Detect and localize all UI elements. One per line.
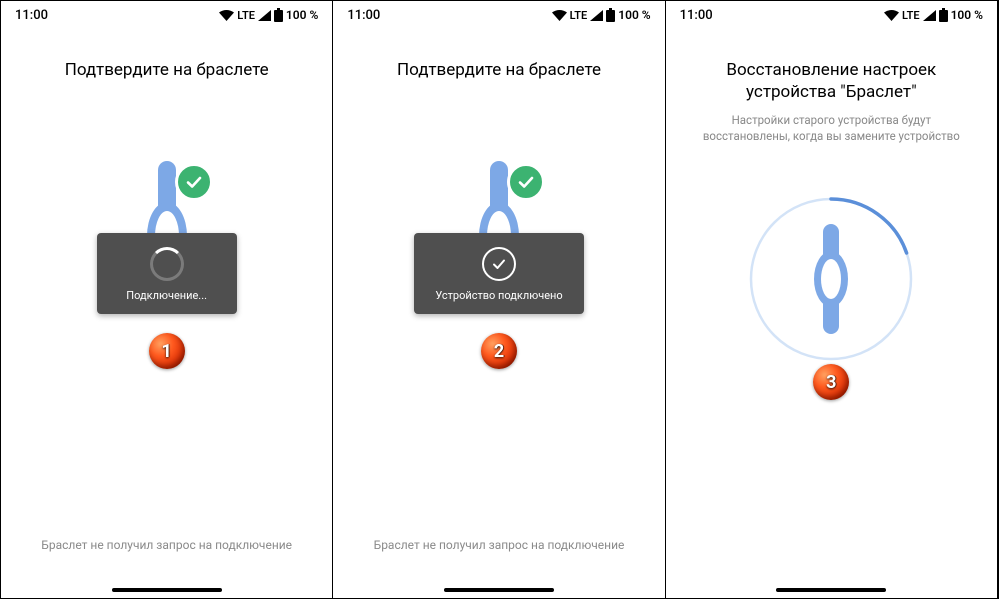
battery-icon — [939, 8, 948, 22]
status-time: 11:00 — [680, 8, 713, 23]
network-label: LTE — [902, 9, 920, 22]
check-badge-icon — [175, 163, 213, 201]
step-badge: 3 — [813, 364, 849, 400]
status-bar: 11:00 LTE 100 % — [666, 1, 997, 29]
spinner-icon — [150, 247, 184, 281]
nav-bar[interactable] — [776, 588, 886, 592]
battery-icon — [274, 8, 283, 22]
status-indicators: LTE 100 % — [552, 8, 651, 22]
toast-label: Подключение... — [126, 289, 207, 302]
bracelet-icon — [810, 224, 852, 334]
network-label: LTE — [570, 9, 588, 22]
content-area: Подтвердите на браслете Подключение... 1… — [1, 29, 332, 598]
status-indicators: LTE 100 % — [219, 8, 318, 22]
step-badge: 1 — [149, 333, 185, 369]
check-circle-icon — [482, 247, 516, 281]
signal-icon — [923, 10, 936, 21]
check-badge-icon — [507, 163, 545, 201]
page-title: Подтвердите на браслете — [65, 59, 269, 81]
battery-label: 100 % — [951, 8, 983, 22]
wifi-icon — [552, 10, 567, 21]
toast-label: Устройство подключено — [435, 289, 562, 302]
status-bar: 11:00 LTE 100 % — [333, 1, 664, 29]
wifi-icon — [219, 10, 234, 21]
connection-toast: Подключение... — [97, 233, 237, 314]
page-title: Подтвердите на браслете — [397, 59, 601, 81]
network-label: LTE — [237, 9, 255, 22]
illustration: Подключение... 1 — [87, 161, 247, 341]
screen-connecting: 11:00 LTE 100 % Подтвердите на браслете … — [1, 1, 333, 598]
status-indicators: LTE 100 % — [884, 8, 983, 22]
illustration: 3 — [751, 184, 911, 374]
status-time: 11:00 — [15, 8, 48, 23]
battery-label: 100 % — [286, 8, 318, 22]
battery-label: 100 % — [618, 8, 650, 22]
content-area: Подтвердите на браслете Устройство подкл… — [333, 29, 664, 598]
progress-ring — [746, 194, 916, 364]
nav-bar[interactable] — [444, 588, 554, 592]
footer-note[interactable]: Браслет не получил запрос на подключение — [333, 538, 664, 552]
battery-icon — [606, 8, 615, 22]
status-bar: 11:00 LTE 100 % — [1, 1, 332, 29]
signal-icon — [258, 10, 271, 21]
nav-bar[interactable] — [112, 588, 222, 592]
illustration: Устройство подключено 2 — [419, 161, 579, 341]
screen-connected: 11:00 LTE 100 % Подтвердите на браслете — [333, 1, 665, 598]
status-time: 11:00 — [347, 8, 380, 23]
step-badge: 2 — [481, 333, 517, 369]
connection-toast: Устройство подключено — [414, 233, 584, 314]
screen-restore-settings: 11:00 LTE 100 % Восстановление настроек … — [666, 1, 998, 598]
page-subtitle: Настройки старого устройства будут восст… — [688, 113, 975, 144]
signal-icon — [590, 10, 603, 21]
footer-note[interactable]: Браслет не получил запрос на подключение — [1, 538, 332, 552]
content-area: Восстановление настроек устройства "Брас… — [666, 29, 997, 598]
wifi-icon — [884, 10, 899, 21]
page-title: Восстановление настроек устройства "Брас… — [688, 59, 975, 103]
